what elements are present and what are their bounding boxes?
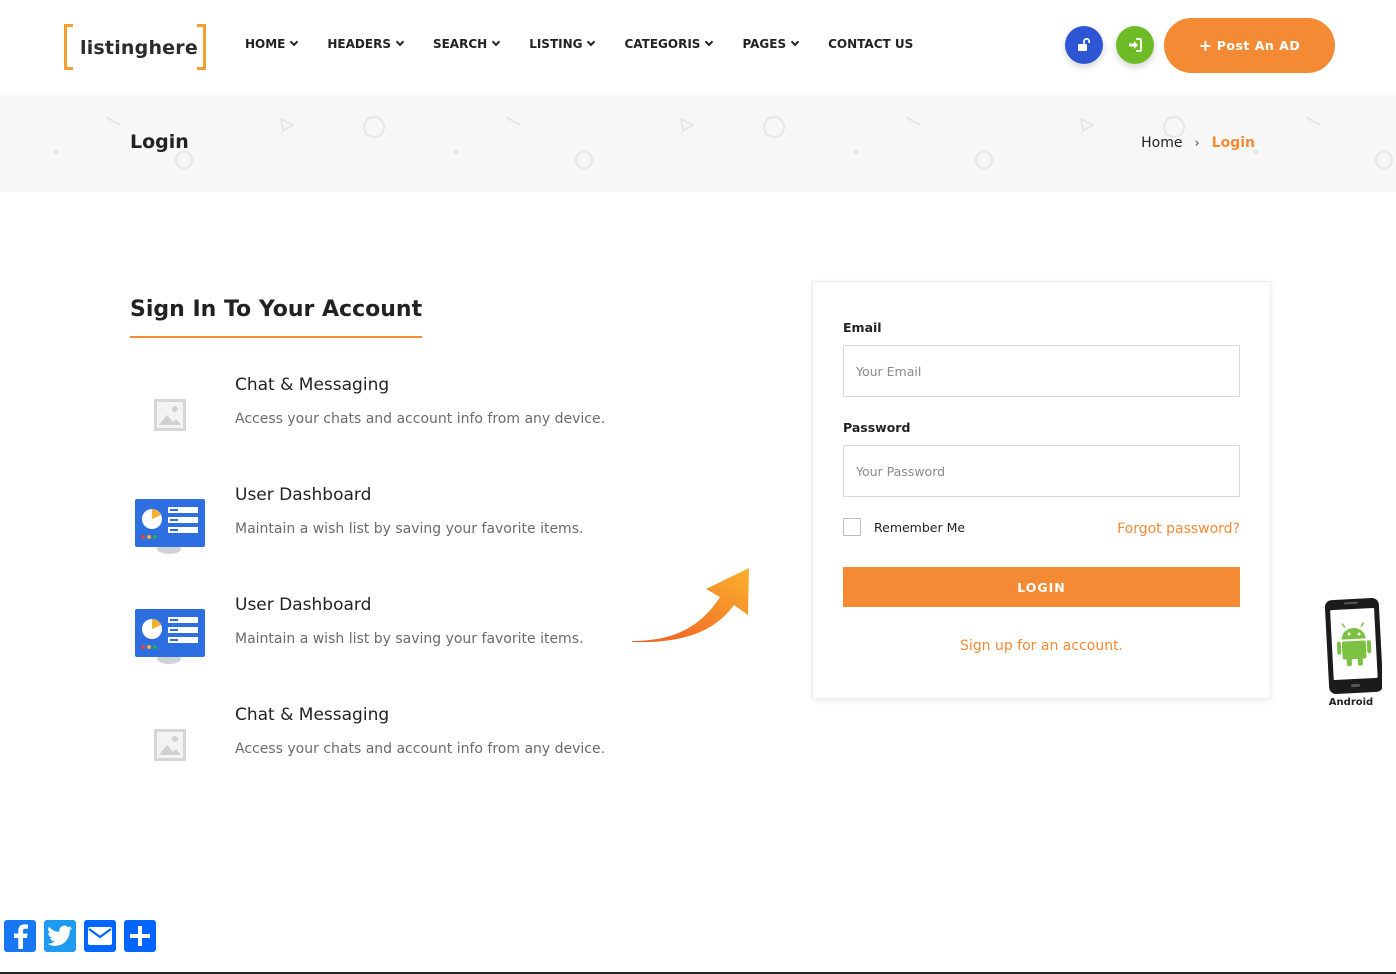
section-heading: Sign In To Your Account: [130, 297, 423, 338]
feature-item: Chat & Messaging Access your chats and a…: [130, 375, 630, 455]
feature-title: User Dashboard: [235, 485, 372, 505]
main-nav: HOME HEADERS SEARCH LISTING CATEGORIS PA…: [245, 34, 943, 54]
share-icon: [130, 926, 150, 946]
feature-description: Maintain a wish list by saving your favo…: [235, 521, 584, 537]
post-ad-button[interactable]: + Post An AD: [1164, 18, 1335, 73]
remember-me-label: Remember Me: [874, 519, 966, 535]
feature-item: User Dashboard Maintain a wish list by s…: [130, 595, 630, 675]
nav-item-label: PAGES: [742, 37, 787, 51]
dashboard-icon: [130, 485, 210, 565]
nav-item-headers[interactable]: HEADERS: [327, 34, 405, 54]
nav-item-label: CONTACT US: [828, 37, 914, 51]
password-label: Password: [843, 420, 911, 435]
password-field[interactable]: [843, 445, 1240, 497]
nav-item-label: SEARCH: [432, 37, 488, 51]
login-button[interactable]: LOGIN: [843, 567, 1240, 607]
logo-text: listinghere: [80, 37, 198, 59]
feature-item: Chat & Messaging Access your chats and a…: [130, 705, 630, 785]
register-button[interactable]: [1065, 26, 1103, 64]
feature-description: Maintain a wish list by saving your favo…: [235, 631, 584, 647]
image-placeholder-icon: [130, 705, 210, 785]
twitter-share-button[interactable]: [44, 920, 76, 952]
email-label: Email: [843, 320, 882, 335]
nav-item-listing[interactable]: LISTING: [529, 34, 596, 54]
feature-description: Access your chats and account info from …: [235, 411, 606, 427]
nav-item-label: LISTING: [529, 37, 583, 51]
breadcrumb-home-link[interactable]: Home: [1141, 135, 1182, 151]
feature-title: User Dashboard: [235, 595, 372, 615]
breadcrumb: Home › Login: [1141, 135, 1255, 151]
share-button[interactable]: [124, 920, 156, 952]
nav-item-home[interactable]: HOME: [245, 34, 299, 54]
sign-in-icon: [1129, 38, 1142, 52]
chevron-down-icon: [491, 37, 501, 47]
chevron-down-icon: [395, 37, 405, 47]
android-app-badge[interactable]: Android: [1322, 597, 1386, 712]
feature-item: User Dashboard Maintain a wish list by s…: [130, 485, 630, 565]
chevron-down-icon: [290, 37, 299, 47]
nav-item-label: HOME: [245, 37, 286, 51]
android-label: Android: [1328, 697, 1374, 708]
nav-item-contact-us[interactable]: CONTACT US: [828, 34, 913, 54]
android-phone-icon: [1324, 598, 1384, 694]
logo-bracket-right: [197, 24, 206, 70]
nav-item-search[interactable]: SEARCH: [432, 34, 501, 54]
plus-icon: +: [1198, 36, 1213, 55]
remember-me-checkbox[interactable]: Remember Me: [843, 518, 965, 536]
page-title-bar: Login Home › Login: [0, 95, 1396, 192]
login-form: Email Password Remember Me Forgot passwo…: [812, 281, 1271, 699]
facebook-icon: [14, 924, 28, 949]
chevron-down-icon: [705, 37, 714, 47]
dashboard-icon: [130, 595, 210, 675]
nav-item-pages[interactable]: PAGES: [742, 34, 800, 54]
signup-link[interactable]: Sign up for an account.: [813, 638, 1270, 654]
chevron-right-icon: ›: [1194, 135, 1200, 151]
email-share-button[interactable]: [84, 920, 116, 952]
checkbox-box[interactable]: [843, 518, 861, 536]
twitter-icon: [47, 925, 73, 946]
chevron-down-icon: [790, 37, 800, 47]
forgot-password-link[interactable]: Forgot password?: [1117, 521, 1240, 537]
post-ad-label: Post An AD: [1216, 38, 1301, 53]
site-logo[interactable]: listinghere: [64, 24, 206, 70]
email-field[interactable]: [843, 345, 1240, 397]
curved-arrow-icon: [632, 568, 749, 643]
feature-title: Chat & Messaging: [235, 375, 390, 395]
unlock-icon: [1078, 38, 1091, 51]
share-bar: [4, 920, 156, 952]
nav-item-categoris[interactable]: CATEGORIS: [624, 34, 714, 54]
email-icon: [88, 927, 112, 945]
login-icon-button[interactable]: [1116, 26, 1154, 64]
image-placeholder-icon: [130, 375, 210, 455]
site-header: listinghere HOME HEADERS SEARCH LISTING …: [0, 0, 1396, 95]
page-title: Login: [130, 131, 189, 153]
chevron-down-icon: [587, 37, 596, 47]
logo-bracket-left: [64, 24, 73, 70]
nav-item-label: HEADERS: [327, 37, 391, 51]
feature-title: Chat & Messaging: [235, 705, 390, 725]
breadcrumb-current: Login: [1211, 135, 1255, 151]
nav-item-label: CATEGORIS: [624, 37, 701, 51]
feature-description: Access your chats and account info from …: [235, 741, 606, 757]
facebook-share-button[interactable]: [4, 920, 36, 952]
